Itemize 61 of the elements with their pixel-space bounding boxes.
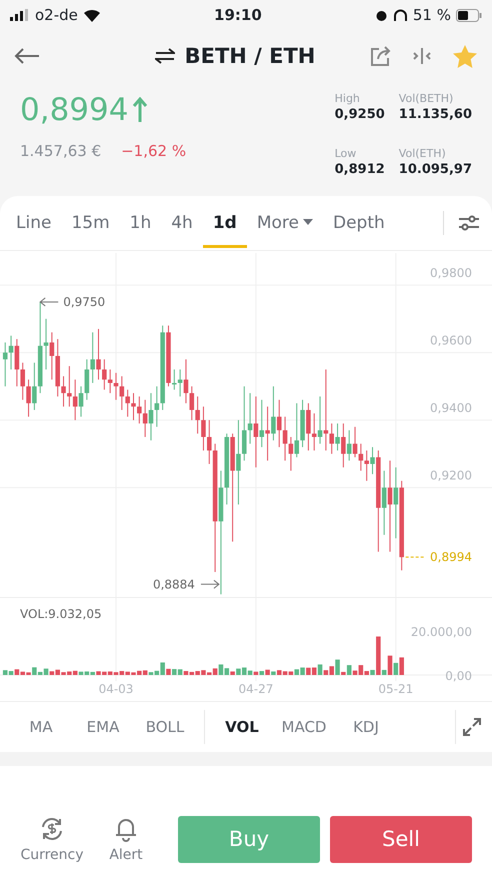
date-label: 04-03 — [98, 682, 134, 696]
stat-label: Low — [334, 147, 358, 160]
stat-label: Vol(ETH) — [398, 147, 447, 160]
stat-value: 10.095,97 — [398, 162, 472, 177]
date-label: 05-21 — [378, 682, 414, 696]
volume-label: VOL:9.032,05 — [20, 607, 102, 621]
price-axis-label: 0,9800 — [430, 266, 472, 280]
compare-icon[interactable] — [412, 47, 432, 65]
last-price-label: 0,8994 — [430, 550, 472, 564]
interval-tab[interactable]: Depth — [322, 198, 395, 248]
more-tab[interactable]: More — [246, 198, 323, 248]
interval-tab[interactable]: 4h — [161, 198, 203, 248]
carrier-name: o2-de — [35, 6, 78, 24]
stat-label: High — [334, 92, 361, 105]
swap-icon[interactable] — [154, 48, 175, 64]
interval-tab[interactable]: 1h — [120, 198, 162, 248]
interval-tab[interactable]: 15m — [61, 198, 120, 248]
headphones-icon — [392, 8, 408, 22]
high-marker-label: 0,9750 — [63, 294, 106, 309]
expand-icon[interactable] — [462, 717, 482, 737]
arrow-icon — [200, 580, 220, 589]
stat-label: Vol(BETH) — [398, 92, 454, 105]
action-button[interactable]: Alert — [94, 815, 158, 863]
interval-tab[interactable]: 1d — [202, 198, 247, 248]
battery-icon — [456, 8, 482, 22]
indicator-tab[interactable]: EMA — [72, 712, 134, 742]
indicator-tab[interactable]: MACD — [273, 712, 335, 742]
volume-axis-label: 20.000,00 — [410, 625, 472, 639]
share-icon[interactable] — [370, 45, 392, 67]
caret-icon — [302, 219, 313, 226]
price-axis-label: 0,9400 — [430, 401, 472, 416]
indicator-tab[interactable]: MA — [10, 712, 72, 742]
pair-title: BETH / ETH — [184, 44, 316, 68]
buy-button[interactable]: Buy — [178, 816, 320, 862]
signal-icon — [10, 9, 30, 21]
low-marker-label: 0,8884 — [152, 577, 195, 592]
price-axis-label: 0,9200 — [430, 468, 472, 483]
back-arrow-icon[interactable] — [14, 47, 40, 65]
indicator-tab[interactable]: KDJ — [335, 712, 397, 742]
indicator-tab[interactable]: BOLL — [134, 712, 196, 742]
last-price: 0,8994 — [20, 92, 128, 128]
sell-button[interactable]: Sell — [330, 816, 472, 862]
interval-tab[interactable]: Line — [6, 198, 62, 248]
wifi-icon — [82, 8, 101, 22]
date-label: 04-27 — [238, 682, 274, 696]
fiat-price: 1.457,63 € — [20, 142, 102, 160]
volume-axis-label: 0,00 — [445, 669, 472, 683]
battery-percentage: 51 % — [412, 6, 451, 24]
settings-icon[interactable] — [458, 215, 480, 231]
stat-value: 11.135,60 — [398, 107, 472, 122]
star-icon[interactable] — [452, 44, 478, 68]
up-arrow-icon — [132, 97, 148, 123]
clock-time: 19:10 — [214, 6, 262, 24]
action-button[interactable]: Currency — [20, 815, 84, 863]
stat-value: 0,9250 — [334, 107, 385, 122]
price-axis-label: 0,9600 — [430, 334, 472, 348]
indicator-tab[interactable]: VOL — [211, 712, 273, 742]
arrow-icon — [39, 297, 59, 306]
last-price-line — [405, 556, 426, 558]
stat-value: 0,8912 — [334, 162, 385, 177]
price-change: −1,62 % — [121, 142, 186, 160]
